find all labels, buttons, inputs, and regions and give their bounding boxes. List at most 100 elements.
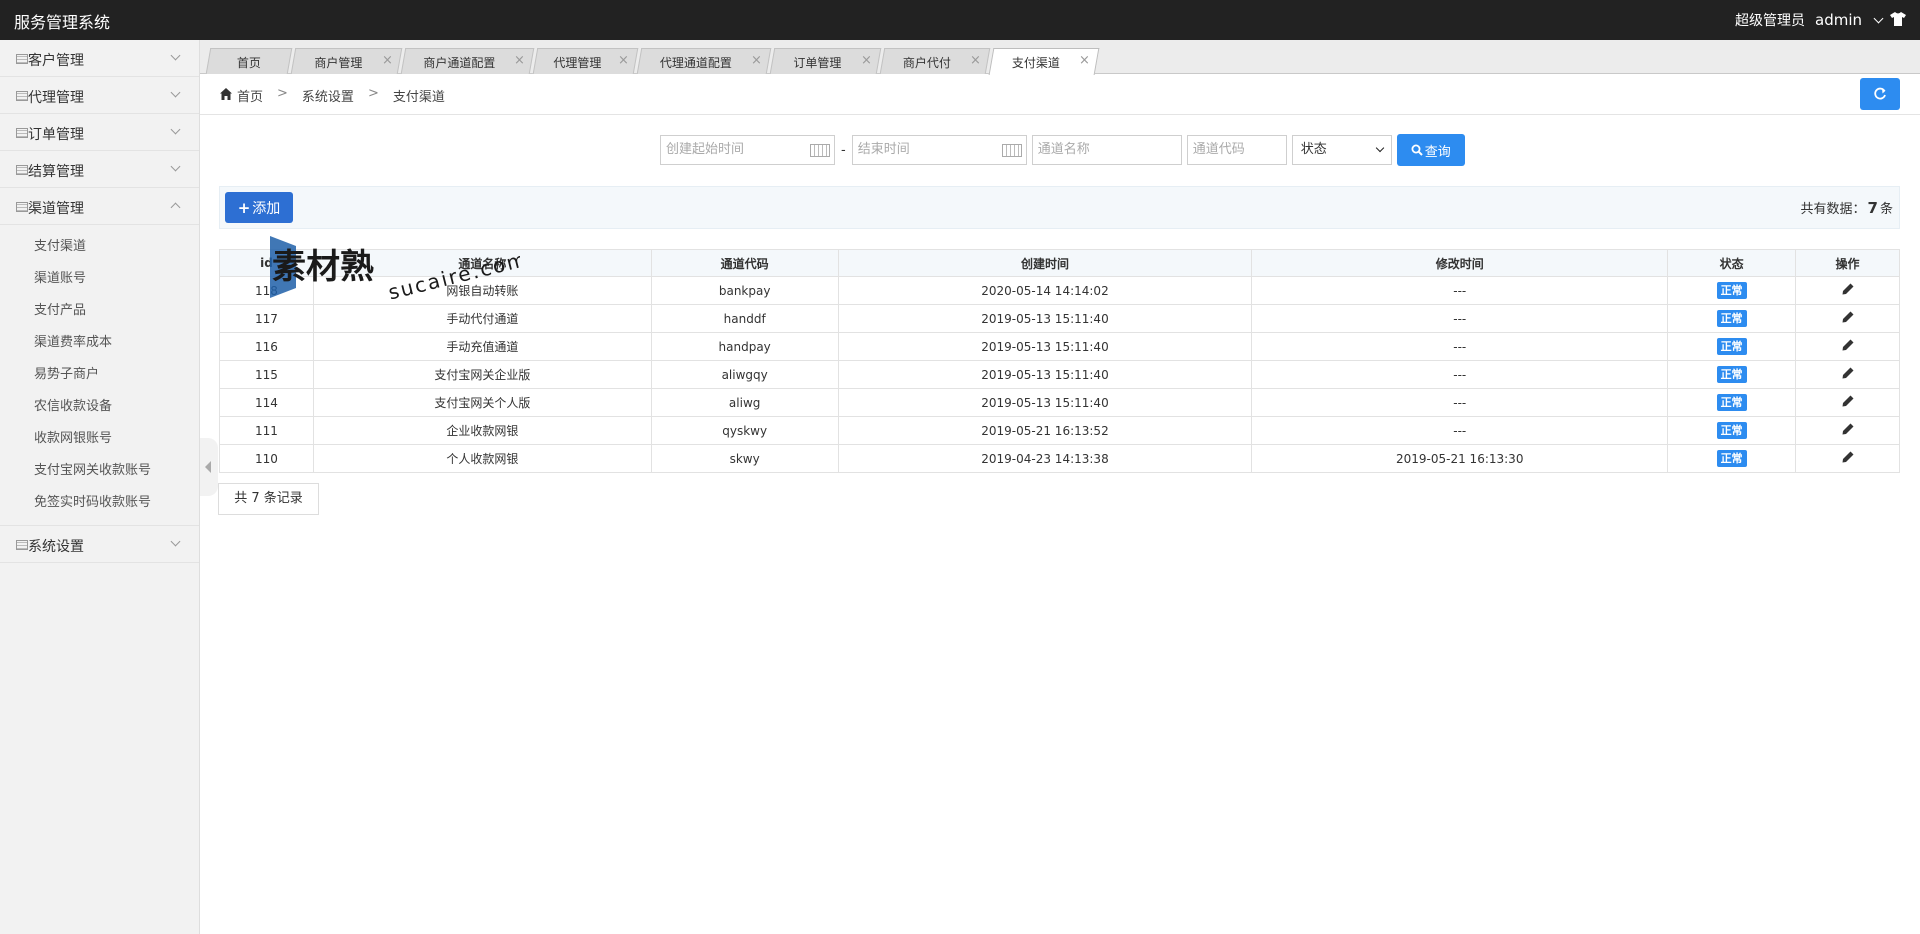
column-header-id[interactable]: id	[219, 249, 314, 277]
edit-pencil-icon[interactable]	[1842, 283, 1854, 295]
tab-order[interactable]: 订单管理 ×	[769, 48, 882, 74]
table-row: 116 手动充值通道 handpay 2019-05-13 15:11:40 -…	[219, 332, 1900, 361]
add-button[interactable]: + 添加	[225, 192, 293, 223]
breadcrumb-home[interactable]: 首页	[237, 86, 263, 105]
close-icon[interactable]: ×	[861, 53, 872, 68]
column-header-modified[interactable]: 修改时间	[1251, 249, 1669, 277]
cell-actions	[1795, 360, 1900, 389]
sidebar-group-label: 渠道管理	[28, 201, 84, 217]
column-header-name[interactable]: 通道名称	[312, 249, 652, 277]
status-badge[interactable]: 正常	[1716, 310, 1747, 327]
refresh-button[interactable]	[1860, 78, 1900, 110]
cell-status: 正常	[1667, 304, 1797, 333]
query-button[interactable]: 查询	[1396, 134, 1465, 166]
tab-merchant-channel[interactable]: 商户通道配置 ×	[400, 48, 535, 74]
close-icon[interactable]: ×	[1079, 53, 1090, 68]
cell-actions	[1795, 416, 1900, 445]
breadcrumb-separator: >	[367, 86, 379, 101]
list-icon	[16, 54, 28, 64]
column-header-status[interactable]: 状态	[1667, 249, 1797, 277]
sidebar-group-label: 系统设置	[28, 539, 84, 555]
status-badge[interactable]: 正常	[1716, 394, 1747, 411]
tab-home[interactable]: 首页	[205, 48, 293, 74]
edit-pencil-icon[interactable]	[1842, 339, 1854, 351]
sidebar-item-channel-account[interactable]: 渠道账号	[0, 263, 199, 295]
cell-modified: ---	[1251, 304, 1669, 333]
sidebar-subnav-channel: 支付渠道 渠道账号 支付产品 渠道费率成本 易势子商户 农信收款设备 收款网银账…	[0, 225, 199, 526]
close-icon[interactable]: ×	[382, 53, 393, 68]
cell-created: 2019-04-23 14:13:38	[837, 444, 1253, 473]
cell-name: 企业收款网银	[312, 416, 652, 445]
cell-created: 2019-05-13 15:11:40	[837, 388, 1253, 417]
cell-modified: ---	[1251, 416, 1669, 445]
sidebar: 客户管理 代理管理 订单管理 结算管理 渠道管理 支付渠道 渠道账号 支付产品 …	[0, 40, 200, 934]
username[interactable]: admin	[1815, 11, 1862, 29]
edit-pencil-icon[interactable]	[1842, 311, 1854, 323]
theme-shirt-icon[interactable]	[1890, 12, 1906, 26]
list-icon	[16, 165, 28, 175]
sidebar-group-channel[interactable]: 渠道管理	[0, 188, 199, 225]
sidebar-group-agent[interactable]: 代理管理	[0, 77, 199, 114]
sidebar-item-bank-account[interactable]: 收款网银账号	[0, 423, 199, 455]
channel-name-input[interactable]: 通道名称	[1031, 135, 1182, 165]
column-header-created[interactable]: 创建时间	[837, 249, 1253, 277]
edit-pencil-icon[interactable]	[1842, 367, 1854, 379]
list-icon	[16, 202, 28, 212]
cell-modified: ---	[1251, 388, 1669, 417]
column-header-actions: 操作	[1795, 249, 1900, 277]
edit-pencil-icon[interactable]	[1842, 423, 1854, 435]
cell-id: 117	[219, 304, 314, 333]
calendar-icon[interactable]	[1001, 144, 1022, 157]
channel-table: id 通道名称 通道代码 创建时间 修改时间 状态 操作 118 网银自动转账 …	[219, 249, 1900, 473]
breadcrumb: 首页 > 系统设置 > 支付渠道	[200, 75, 1920, 115]
status-select[interactable]: 状态	[1291, 135, 1392, 165]
sidebar-item-alipay-account[interactable]: 支付宝网关收款账号	[0, 455, 199, 487]
close-icon[interactable]: ×	[751, 53, 762, 68]
close-icon[interactable]: ×	[970, 53, 981, 68]
sidebar-group-customer[interactable]: 客户管理	[0, 40, 199, 77]
sidebar-group-order[interactable]: 订单管理	[0, 114, 199, 151]
close-icon[interactable]: ×	[514, 53, 525, 68]
total-suffix: 条	[1879, 202, 1893, 217]
cell-id: 110	[219, 444, 314, 473]
close-icon[interactable]: ×	[618, 53, 629, 68]
sidebar-group-settlement[interactable]: 结算管理	[0, 151, 199, 188]
sidebar-item-pay-channel[interactable]: 支付渠道	[0, 231, 199, 263]
edit-pencil-icon[interactable]	[1842, 395, 1854, 407]
status-badge[interactable]: 正常	[1716, 366, 1747, 383]
cell-status: 正常	[1667, 332, 1797, 361]
user-menu[interactable]: 超级管理员 admin	[1735, 10, 1884, 30]
cell-id: 114	[219, 388, 314, 417]
tab-agent[interactable]: 代理管理 ×	[532, 48, 639, 74]
sidebar-collapse-handle[interactable]	[200, 438, 218, 496]
chevron-down-icon[interactable]	[1873, 13, 1884, 23]
edit-pencil-icon[interactable]	[1842, 451, 1854, 463]
status-badge[interactable]: 正常	[1716, 422, 1747, 439]
cell-status: 正常	[1667, 276, 1797, 305]
cell-modified: ---	[1251, 360, 1669, 389]
column-header-code[interactable]: 通道代码	[650, 249, 839, 277]
tab-agent-channel[interactable]: 代理通道配置 ×	[636, 48, 772, 74]
status-badge[interactable]: 正常	[1716, 338, 1747, 355]
cell-actions	[1795, 276, 1900, 305]
sidebar-group-system[interactable]: 系统设置	[0, 526, 199, 563]
end-time-input[interactable]: 结束时间	[851, 135, 1027, 165]
cell-created: 2019-05-13 15:11:40	[837, 332, 1253, 361]
tab-merchant-payout[interactable]: 商户代付 ×	[879, 48, 991, 74]
status-badge[interactable]: 正常	[1716, 450, 1747, 467]
chevron-down-icon	[1375, 143, 1384, 153]
tab-merchant[interactable]: 商户管理 ×	[290, 48, 403, 74]
sidebar-item-sub-merchant[interactable]: 易势子商户	[0, 359, 199, 391]
tab-label: 订单管理	[793, 56, 842, 70]
start-time-input[interactable]: 创建起始时间	[660, 135, 835, 165]
sidebar-item-pos-device[interactable]: 农信收款设备	[0, 391, 199, 423]
tab-pay-channel[interactable]: 支付渠道 ×	[988, 48, 1100, 75]
channel-code-input[interactable]: 通道代码	[1186, 135, 1287, 165]
cell-created: 2019-05-21 16:13:52	[837, 416, 1253, 445]
filter-bar: 创建起始时间 - 结束时间 通道名称 通道代码 状态 查询	[660, 134, 1465, 166]
sidebar-item-pay-product[interactable]: 支付产品	[0, 295, 199, 327]
sidebar-item-qrcode-account[interactable]: 免签实时码收款账号	[0, 487, 199, 519]
calendar-icon[interactable]	[810, 144, 830, 157]
status-badge[interactable]: 正常	[1716, 282, 1747, 299]
sidebar-item-rate-cost[interactable]: 渠道费率成本	[0, 327, 199, 359]
